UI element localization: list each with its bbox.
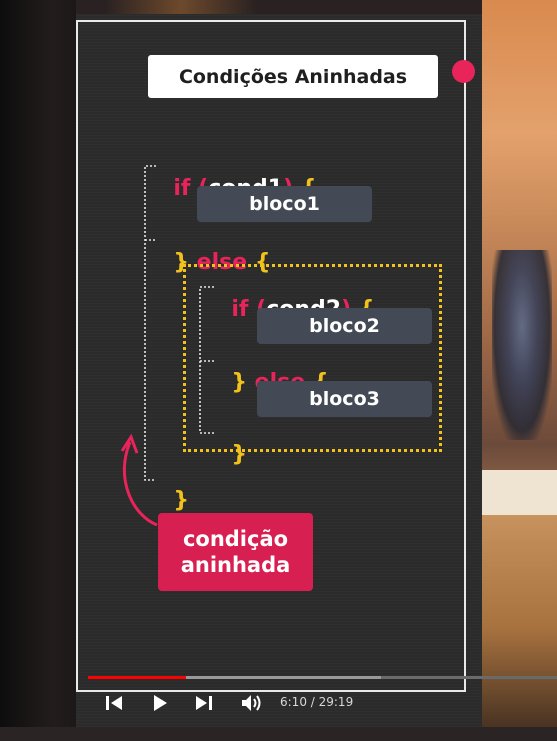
code-block-3: bloco3 — [257, 381, 432, 417]
progress-played — [88, 676, 186, 679]
code-block-1: bloco1 — [197, 186, 372, 222]
volume-icon[interactable] — [240, 692, 264, 714]
code-line-close-outer: } — [158, 468, 189, 512]
code-line-close-nested: } — [216, 422, 247, 466]
play-icon[interactable] — [150, 692, 170, 714]
keyword-if: if — [231, 297, 249, 322]
code-block-2: bloco2 — [257, 308, 432, 344]
skip-next-icon[interactable] — [194, 692, 214, 714]
bottom-strip — [0, 727, 557, 741]
brace-close: } — [173, 488, 189, 513]
skip-previous-icon[interactable] — [104, 692, 124, 714]
keyword-if: if — [173, 176, 191, 201]
brace-close: } — [231, 370, 247, 395]
time-display: 6:10 / 29:19 — [280, 695, 354, 709]
brace-close: } — [231, 442, 247, 467]
nested-condition-badge: condição aninhada — [158, 513, 313, 591]
badge-line-2: aninhada — [180, 553, 291, 577]
badge-line-1: condição — [182, 526, 289, 551]
